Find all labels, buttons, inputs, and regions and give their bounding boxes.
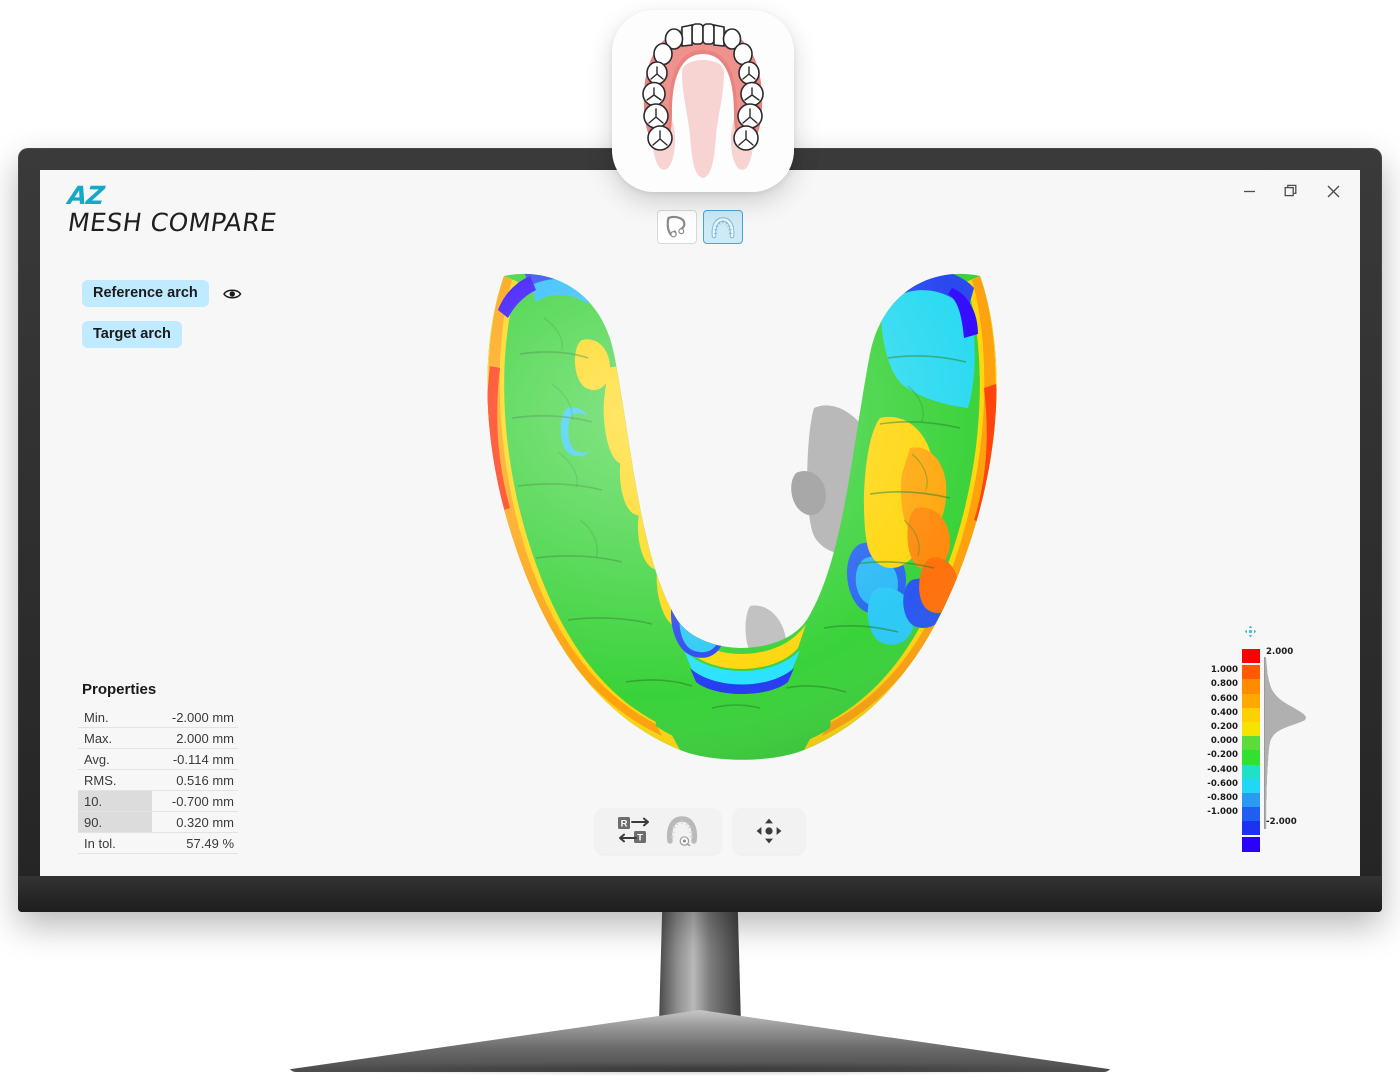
bottom-toolbar: R T [595,808,805,854]
property-key[interactable]: 90. [78,812,152,832]
deviation-histogram [1264,657,1308,829]
property-value: 0.320 mm [176,814,234,830]
table-row: Max. 2.000 mm [78,728,238,749]
property-value: 2.000 mm [176,730,234,746]
tool-group-view: R T [595,808,721,854]
properties-panel: Properties Min. -2.000 mm Max. 2.000 mm … [78,681,238,854]
legend-swatch[interactable] [1242,764,1260,779]
legend-tick: 0.800 [1210,679,1238,690]
legend-swatch[interactable] [1242,736,1260,751]
screenshot-root: AZ MESH COMPARE Reference arch Target ar… [0,0,1400,1091]
legend-swatch[interactable] [1242,792,1260,808]
property-key: In tol. [84,835,116,851]
legend-swatch[interactable] [1242,707,1260,722]
legend-tick: 0.000 [1210,736,1238,747]
property-key: Min. [84,709,109,725]
property-value: -0.700 mm [171,793,234,809]
svg-text:R: R [621,819,628,830]
dental-arch-deviation-map [487,273,997,760]
move-arrows-icon [756,818,782,844]
legend-swatch[interactable] [1242,837,1260,852]
legend-tick-labels: 1.000 0.800 0.600 0.400 0.200 0.000 -0.2… [1200,649,1238,819]
tool-group-navigate [733,808,805,854]
property-key[interactable]: 10. [78,791,152,811]
table-row[interactable]: 10. -0.700 mm [78,791,238,812]
legend-tick: -0.800 [1207,792,1238,803]
legend-swatch[interactable] [1242,649,1260,664]
table-row: RMS. 0.516 mm [78,770,238,791]
legend-tick: 0.200 [1210,721,1238,732]
properties-title: Properties [82,681,157,698]
monitor-stand-shadow [300,1062,1100,1076]
property-key: Avg. [84,751,110,767]
legend-swatch[interactable] [1242,750,1260,765]
property-value: 57.49 % [186,835,234,851]
legend-tick: -1.000 [1207,807,1238,818]
legend-swatch[interactable] [1242,807,1260,822]
legend-swatch[interactable] [1242,693,1260,708]
legend-tick: -0.600 [1207,778,1238,789]
property-value: -0.114 mm [172,751,234,767]
table-row: Avg. -0.114 mm [78,749,238,770]
model-colour-map [487,273,997,760]
monitor-frame: AZ MESH COMPARE Reference arch Target ar… [18,148,1382,912]
svg-text:T: T [637,833,643,844]
legend-swatch[interactable] [1242,721,1260,737]
arch-view-icon [666,816,698,846]
property-value: 0.516 mm [176,772,234,788]
legend-swatch[interactable] [1242,679,1260,694]
properties-table: Min. -2.000 mm Max. 2.000 mm Avg. -0.114… [78,707,238,854]
table-row: In tol. 57.49 % [78,833,238,854]
monitor-chin [18,876,1382,912]
swap-r-t-icon: R T [618,817,649,844]
monitor-screen: AZ MESH COMPARE Reference arch Target ar… [40,170,1360,876]
dental-arch-model[interactable] [412,258,1072,788]
move-handle-icon [1244,625,1257,638]
legend-colour-swatches[interactable] [1242,649,1260,852]
viewport-3d[interactable] [40,170,1360,876]
monitor-stand-neck [659,906,741,1024]
arch-occlusal-view-button[interactable] [665,816,699,846]
legend-tick: -0.400 [1207,764,1238,775]
mesh-compare-app-window: AZ MESH COMPARE Reference arch Target ar… [40,170,1360,876]
app-icon-artwork [612,10,794,192]
legend-tick: 1.000 [1210,665,1238,676]
legend-swatch[interactable] [1242,665,1260,680]
legend-min-label: -2.000 [1266,817,1297,827]
pan-move-button[interactable] [755,817,783,845]
deviation-colour-legend: 2.000 1.000 0.800 0.600 0.400 0.200 0.00… [1207,625,1324,852]
legend-swatch[interactable] [1242,778,1260,793]
legend-tick: 0.400 [1210,707,1238,718]
histogram-curve [1265,657,1307,829]
table-row[interactable]: 90. 0.320 mm [78,812,238,833]
swap-reference-target-button[interactable]: R T [617,816,651,846]
property-value: -2.000 mm [171,709,234,725]
legend-move-handle[interactable] [1244,625,1257,643]
property-key: RMS. [84,772,117,788]
legend-tick: -0.200 [1207,750,1238,761]
legend-swatch[interactable] [1242,821,1260,836]
property-key: Max. [84,730,113,746]
legend-max-label: 2.000 [1266,647,1294,657]
dental-arch-app-icon[interactable] [612,10,794,192]
table-row: Min. -2.000 mm [78,707,238,728]
legend-tick: 0.600 [1210,693,1238,704]
